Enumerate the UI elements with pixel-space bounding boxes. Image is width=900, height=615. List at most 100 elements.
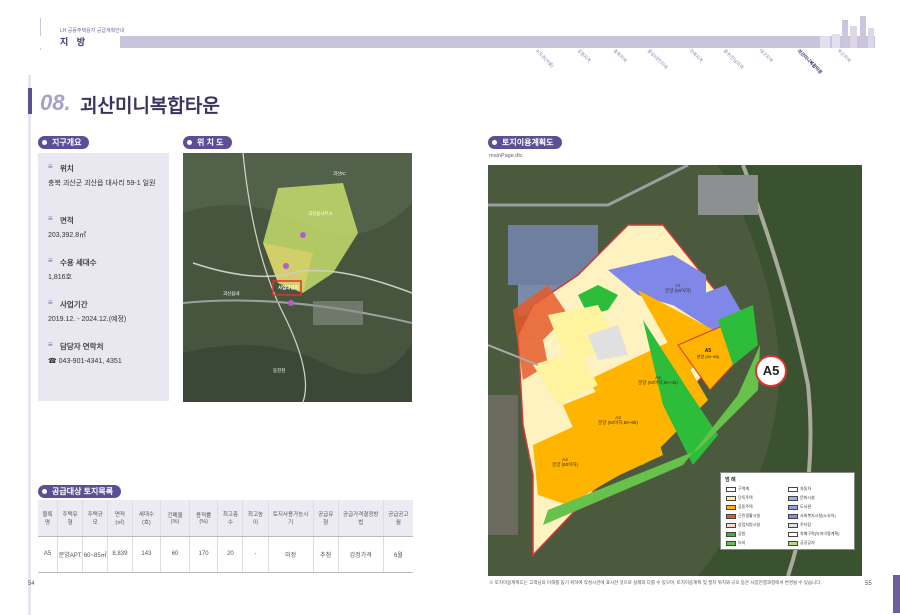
a5-callout: A5 [755,355,787,387]
table-cell: 추첨 [312,536,339,573]
nav-item[interactable]: 대구지역 [758,48,773,64]
table-header-cell: 최고높이 [242,500,269,537]
legend-label: 자동차 [800,486,812,491]
info-value: 1,816호 [48,274,72,281]
overview-heading: 지구개요 [38,136,90,149]
section-title: 괴산미니복합타운 [80,96,220,117]
nav-item[interactable]: 광주/전남지역 [722,48,744,71]
table-header-cell: 공급유형 [312,500,339,537]
section-accent-bar [28,88,32,114]
table-header-cell: 공급가격결정방법 [337,500,384,537]
block-label: A4 분양 (60이하) [552,457,578,467]
legend-item: 사회복지시설(노유자) [788,513,836,519]
nav-item[interactable]: 충남/대전지역 [646,48,668,71]
table-header-cell: 면적(㎡) [107,500,133,537]
nav-item[interactable]: 부산지역 [836,48,851,64]
land-use-heading: 토지이용계획도 [488,136,562,149]
table-cell: - [242,536,269,573]
table-cell: A5 [38,536,58,573]
page-number-right: 55 [865,581,872,587]
legend-item: 단독주택 [726,495,753,501]
legend-title: 범 례 [725,477,736,483]
legend-swatch [788,540,798,546]
info-label: 담당자 연락처 [48,340,122,352]
legend-label: 상업지원시설 [738,522,761,527]
legend-label: 차폐구역(녹지이용계획) [800,531,840,536]
nav-item[interactable]: 강원지역 [576,48,591,64]
page-number-left: 54 [28,581,35,587]
info-value: 충북 괴산군 괴산읍 대사리 59-1 일원 [48,180,156,187]
nav-item[interactable]: 수도권(서울) [534,48,554,69]
legend-item: 공원 [726,531,745,537]
legend-swatch [788,504,798,510]
legend-item: 문화시설 [788,495,815,501]
map-label: 동진천 [273,368,286,373]
legend-item: 차폐구역(녹지이용계획) [788,531,839,537]
legend-swatch [788,486,798,492]
legend-label: 문화시설 [800,495,815,500]
legend-swatch [726,495,736,501]
table-header-cell: 주택규모 [82,500,108,537]
nav-item[interactable]: 충북지역 [612,48,627,64]
legend-swatch [788,522,798,528]
table-cell: 감정가격 [337,536,384,573]
block-label: A2 분양 (60이하,60~85) [638,375,678,385]
legend-swatch [726,522,736,528]
supply-table: 블록명 주택유형 주택규모 면적(㎡) 세대수(호) 건폐율(%) 용적률(%) 최고층수 최고… [38,500,413,573]
block-label: A3 분양 (60이하,60~85) [598,415,638,425]
legend-label: 도서관 [800,504,812,509]
table-header-cell: 용적률(%) [188,500,218,537]
legend-item: 녹지 [726,540,745,546]
info-area: 면적 203,392.8㎡ [48,214,86,241]
table-cell: 6월 [382,536,413,573]
legend-swatch [726,486,736,492]
legend-swatch [788,495,798,501]
info-contact: 담당자 연락처 ☎ 043-901-4341, 4351 [48,340,122,367]
legend-label: 녹지 [738,540,746,545]
header-caption: LH 공동주택용지 공급계획안내 [60,28,125,34]
land-use-footnote: ※ 토지이용계획도는 고객님의 이해를 돕기 위하여 작성시한에 표시한 것으로… [489,580,822,585]
table-header-cell: 공급공고월 [382,500,413,537]
info-value: ☎ 043-901-4341, 4351 [48,358,122,365]
header-title: 지 방 [60,37,89,47]
nav-item[interactable]: 전북지역 [688,48,703,64]
legend-swatch [726,531,736,537]
table-header-cell: 토지사용가능시기 [267,500,314,537]
land-use-filename: mainPage.dtc [489,153,523,159]
header-bar [40,36,875,48]
location-map-heading: 위 치 도 [183,136,232,149]
legend-label: 공원 [738,531,746,536]
table-cell: 143 [131,536,161,573]
legend-item: 구역계 [726,486,749,492]
legend-label: 공동주택 [738,504,753,509]
map-label: 괴산읍내 [223,291,240,296]
right-edge-tab [893,575,900,613]
table-header-cell: 주택유형 [57,500,83,537]
location-map-image: 괴산읍사무소 괴산읍내 사업대상지 괴산IC 동진천 [183,153,412,402]
legend-label: 사회복지시설(노유자) [800,513,836,518]
block-label-a5: A5 분양 (60~85) [696,348,720,359]
legend-label: 근린생활시설 [738,513,761,518]
info-location: 위치 충북 괴산군 괴산읍 대사리 59-1 일원 [48,162,158,189]
nav-item[interactable]: 괴산미니복합타운 [796,48,823,76]
info-value: 2019.12. - 2024.12.(예정) [48,316,127,323]
legend-item: 공공공지 [788,540,815,546]
info-period: 사업기간 2019.12. - 2024.12.(예정) [48,298,127,325]
legend-label: 주차장 [800,522,812,527]
city-skyline-icon [820,16,874,48]
legend-swatch [788,513,798,519]
table-cell: 60 [160,536,190,573]
table-header-cell: 세대수(호) [131,500,161,537]
legend-item: 주차장 [788,522,811,528]
section-number: 08. [40,90,71,115]
info-households: 수용 세대수 1,816호 [48,256,97,283]
legend-swatch [726,504,736,510]
info-label: 사업기간 [48,298,126,310]
table-cell: 170 [188,536,218,573]
map-label-site: 사업대상지 [278,285,299,290]
legend-item: 상업지원시설 [726,522,760,528]
legend-label: 공공공지 [800,540,815,545]
supply-table-heading: 공급대상 토지목록 [38,485,122,498]
table-header-cell: 최고층수 [217,500,243,537]
block-label: A1 분양 (60이하) [665,283,691,293]
